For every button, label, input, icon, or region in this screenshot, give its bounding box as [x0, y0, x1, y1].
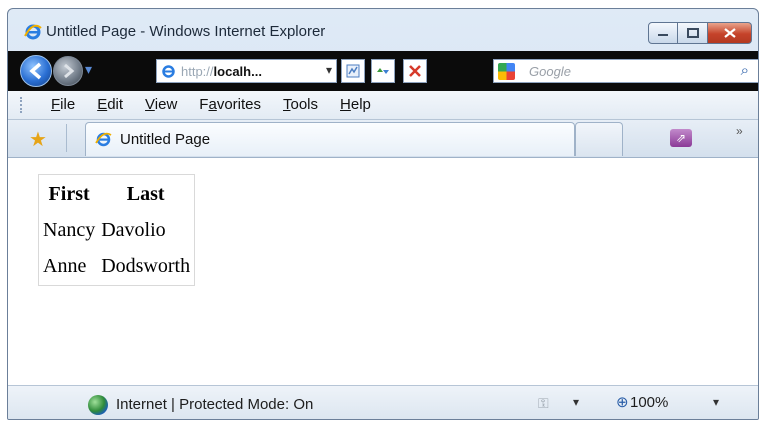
minimize-button[interactable] — [648, 22, 678, 44]
tab-title: Untitled Page — [120, 131, 211, 148]
menu-file[interactable]: File — [51, 96, 75, 113]
menu-view[interactable]: View — [145, 96, 177, 113]
menu-favorites[interactable]: Favorites — [199, 96, 261, 113]
menu-help[interactable]: Help — [340, 96, 371, 113]
new-tab-button[interactable] — [575, 122, 623, 156]
status-bar: Internet | Protected Mode: On ⚿ ▾ ⊕ 100%… — [8, 385, 758, 419]
security-zone-text[interactable]: Internet | Protected Mode: On — [116, 396, 313, 413]
toolbar-overflow-chevron[interactable]: » — [736, 124, 743, 138]
page-content: First Last Nancy Davolio Anne Dodsworth — [8, 158, 758, 385]
table-row: Anne Dodsworth — [41, 249, 192, 283]
arrow-left-icon — [29, 62, 42, 80]
compatibility-view-button[interactable] — [341, 59, 365, 83]
table-header-row: First Last — [41, 177, 192, 211]
tab-bar: ★ Untitled Page ⇗ » — [8, 120, 758, 158]
search-box[interactable]: Google ⌕ — [493, 59, 758, 83]
caption-buttons — [648, 22, 752, 44]
close-button[interactable] — [708, 22, 752, 44]
globe-icon — [88, 395, 108, 415]
arrow-right-icon — [64, 63, 75, 79]
feeds-icon[interactable]: ⇗ — [670, 129, 692, 147]
menu-grip[interactable] — [20, 97, 25, 113]
header-first: First — [48, 182, 90, 205]
page-icon — [162, 65, 175, 78]
favorites-star-icon[interactable]: ★ — [29, 127, 47, 152]
cell-first: Nancy — [43, 218, 96, 241]
names-table: First Last Nancy Davolio Anne Dodsworth — [38, 174, 196, 286]
menu-edit[interactable]: Edit — [97, 96, 123, 113]
back-button[interactable] — [20, 55, 52, 87]
header-last: Last — [126, 182, 165, 205]
navigation-bar: ▾ http://localh... ▾ Google ⌕ — [8, 51, 758, 91]
maximize-button[interactable] — [678, 22, 708, 44]
menu-tools[interactable]: Tools — [283, 96, 318, 113]
tab-untitled-page[interactable]: Untitled Page — [85, 122, 575, 156]
google-logo-icon — [498, 63, 515, 80]
address-bar[interactable]: http://localh... ▾ — [156, 59, 337, 83]
search-placeholder: Google — [529, 64, 571, 79]
zoom-icon[interactable]: ⊕ — [616, 393, 629, 411]
url-scheme: http:// — [181, 63, 214, 79]
close-icon — [723, 28, 736, 38]
window-title: Untitled Page - Windows Internet Explore… — [46, 23, 326, 40]
maximize-icon — [686, 28, 699, 38]
refresh-icon — [377, 68, 389, 74]
zoom-dropdown[interactable]: ▾ — [713, 395, 719, 409]
forward-button[interactable] — [53, 56, 83, 86]
stop-icon — [409, 65, 421, 77]
url-host: localh... — [213, 63, 262, 79]
search-go-icon[interactable]: ⌕ — [741, 62, 749, 79]
protected-mode-dropdown[interactable]: ▾ — [573, 395, 579, 409]
minimize-icon — [658, 34, 668, 36]
table-row: Nancy Davolio — [41, 213, 192, 247]
protected-mode-icon[interactable]: ⚿ — [538, 395, 549, 412]
ie-logo-icon — [24, 24, 42, 40]
browser-window: Untitled Page - Windows Internet Explore… — [7, 8, 759, 420]
compatibility-icon — [346, 64, 360, 78]
address-dropdown-icon[interactable]: ▾ — [326, 63, 332, 77]
recent-pages-dropdown[interactable]: ▾ — [85, 61, 92, 78]
tab-separator — [66, 124, 67, 152]
page-icon — [95, 132, 112, 147]
cell-last: Davolio — [101, 218, 166, 241]
zoom-level[interactable]: 100% — [630, 394, 668, 411]
title-bar: Untitled Page - Windows Internet Explore… — [8, 9, 758, 51]
stop-button[interactable] — [403, 59, 427, 83]
menu-items: File Edit View Favorites Tools Help — [51, 96, 371, 113]
refresh-button[interactable] — [371, 59, 395, 83]
cell-last: Dodsworth — [101, 254, 191, 277]
menu-bar: File Edit View Favorites Tools Help — [8, 91, 758, 120]
address-url: http://localh... — [181, 64, 262, 79]
cell-first: Anne — [43, 254, 87, 277]
